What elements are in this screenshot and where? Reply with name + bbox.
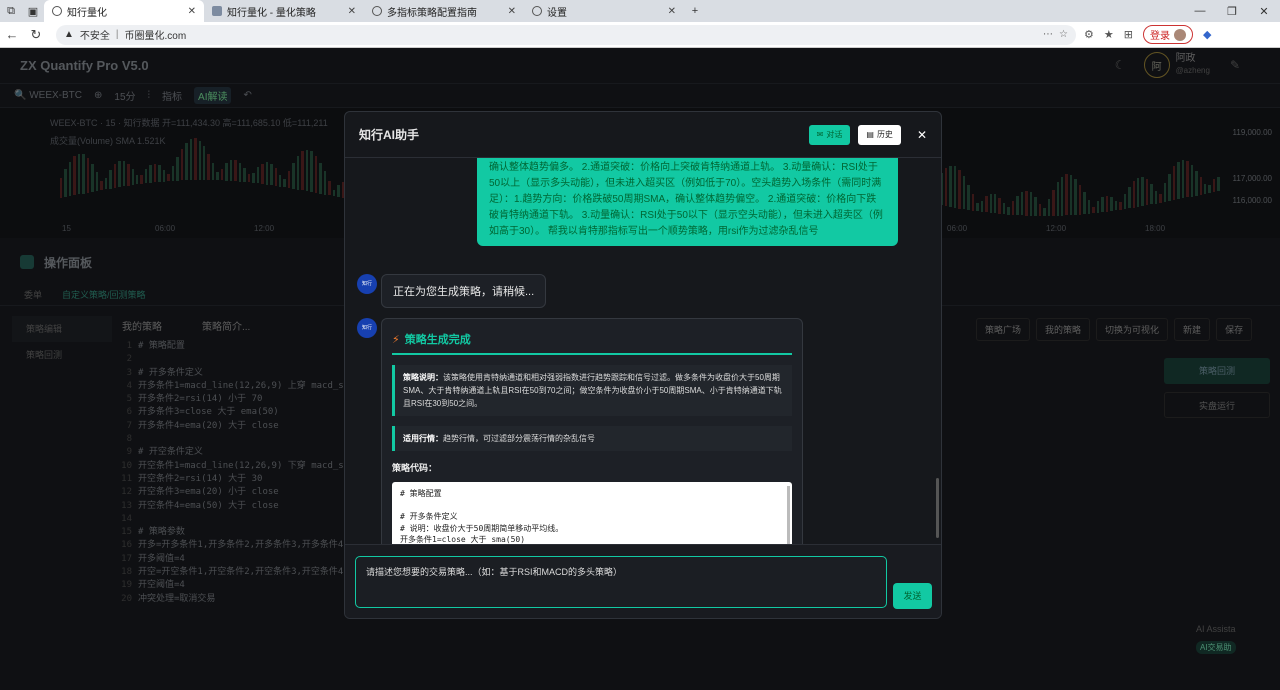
- tab-label: 设置: [547, 7, 567, 19]
- browser-tabbar: ⧉ ▣ 知行量化 ✕ 知行量化 - 量化策略 ✕ 多指标策略配置指南 ✕ 设置 …: [0, 0, 1280, 22]
- market-label: 适用行情：: [403, 434, 443, 443]
- copilot-icon[interactable]: ◆: [1203, 28, 1211, 41]
- result-title-text: 策略生成完成: [404, 334, 471, 346]
- modal-title: 知行AI助手: [359, 128, 420, 142]
- history-button[interactable]: ▤ 历史: [858, 124, 901, 145]
- close-window-icon[interactable]: ✕: [1248, 5, 1280, 18]
- chat-label: 对话: [826, 130, 843, 139]
- favorite-star-icon[interactable]: ☆: [1059, 29, 1068, 40]
- chat-bubble-icon: ✉: [816, 130, 824, 139]
- window-controls: — ❐ ✕: [1184, 5, 1280, 18]
- tab-label: 知行量化 - 量化策略: [227, 7, 316, 19]
- result-title: ⚡ 策略生成完成: [392, 331, 792, 355]
- tab-label: 多指标策略配置指南: [387, 7, 477, 19]
- settings-gear-icon: [532, 6, 542, 16]
- minimize-icon[interactable]: —: [1184, 5, 1216, 18]
- workspaces-icon[interactable]: ⧉: [0, 0, 22, 22]
- new-tab-icon[interactable]: +: [684, 0, 706, 22]
- history-icon: ▤: [866, 130, 874, 139]
- bolt-icon: ⚡: [392, 333, 400, 346]
- security-warning: 不安全: [79, 31, 110, 42]
- address-bar: ← ↻ ▲ 不安全 | 币圈量化.com ⋯ ☆ ⚙ ★ ⊞ 登录 ◆: [0, 22, 1280, 48]
- more-icon[interactable]: ⋯: [1043, 29, 1053, 40]
- desc-text: 该策略使用肯特纳通道和相对强弱指数进行趋势跟踪和信号过滤。做多条件为收盘价大于5…: [403, 373, 782, 408]
- globe-icon: [372, 6, 382, 16]
- chat-scrollbar[interactable]: [936, 206, 939, 538]
- market-condition: 适用行情：趋势行情，可过滤部分震荡行情的杂乱信号: [392, 426, 792, 451]
- login-button[interactable]: 登录: [1142, 25, 1193, 44]
- strategy-description: 策略说明：该策略使用肯特纳通道和相对强弱指数进行趋势跟踪和信号过滤。做多条件为收…: [392, 365, 792, 416]
- tab-label: 知行量化: [67, 7, 107, 19]
- login-label: 登录: [1149, 31, 1170, 42]
- code-line: # 策略配置: [400, 489, 442, 498]
- user-message: 确认整体趋势偏多。 2.通道突破：价格向上突破肯特纳通道上轨。 3.动量确认：R…: [477, 158, 898, 246]
- favorites-icon[interactable]: ★: [1104, 28, 1114, 41]
- code-scrollbar[interactable]: [787, 486, 790, 544]
- profile-avatar: [1173, 28, 1186, 41]
- scroll-thumb[interactable]: [936, 478, 939, 538]
- code-label: 策略代码：: [392, 463, 438, 473]
- close-tab-icon[interactable]: ✕: [508, 6, 516, 17]
- code-line: # 说明：收盘价大于50周期简单移动平均线。: [400, 523, 564, 533]
- refresh-icon[interactable]: ↻: [24, 27, 48, 43]
- generating-message: 正在为您生成策略，请稍候...: [381, 274, 547, 308]
- generated-code[interactable]: # 策略配置 # 开多条件定义 # 说明：收盘价大于50周期简单移动平均线。 开多条…: [392, 482, 792, 544]
- bot-avatar: 知行: [357, 318, 377, 338]
- close-icon[interactable]: ✕: [917, 128, 927, 142]
- chat-messages[interactable]: 确认整体趋势偏多。 2.通道突破：价格向上突破肯特纳通道上轨。 3.动量确认：R…: [345, 158, 941, 544]
- modal-header: 知行AI助手 ✉ 对话 ▤ 历史 ✕: [345, 112, 941, 158]
- send-button[interactable]: 发送: [893, 583, 932, 609]
- globe-icon: [52, 6, 62, 16]
- back-icon[interactable]: ←: [0, 27, 24, 42]
- code-line: 开多条件1=close 大于 sma(50): [400, 535, 526, 544]
- close-tab-icon[interactable]: ✕: [348, 6, 356, 17]
- extensions-icon[interactable]: ⚙: [1084, 28, 1094, 41]
- url-text: 币圈量化.com: [124, 31, 187, 42]
- tab-actions-icon[interactable]: ▣: [22, 0, 44, 22]
- close-tab-icon[interactable]: ✕: [668, 6, 676, 17]
- desc-label: 策略说明：: [403, 373, 443, 382]
- url-field[interactable]: ▲ 不安全 | 币圈量化.com ⋯ ☆: [56, 24, 1076, 45]
- browser-tab-2[interactable]: 知行量化 - 量化策略 ✕: [204, 0, 364, 22]
- strategy-result-card: ⚡ 策略生成完成 策略说明：该策略使用肯特纳通道和相对强弱指数进行趋势跟踪和信号过…: [381, 318, 803, 544]
- bot-avatar: 知行: [357, 274, 377, 294]
- chat-input-area: 请描述您想要的交易策略...（如：基于RSI和MACD的多头策略） 发送: [345, 544, 941, 618]
- browser-tab-4[interactable]: 设置 ✕: [524, 0, 684, 22]
- history-label: 历史: [876, 130, 893, 139]
- ai-assistant-modal: 知行AI助手 ✉ 对话 ▤ 历史 ✕ 确认整体趋势偏多。 2.通道突破：价格向上突破…: [344, 111, 942, 619]
- site-favicon-icon: [212, 6, 222, 16]
- market-text: 趋势行情，可过滤部分震荡行情的杂乱信号: [443, 434, 595, 443]
- browser-tab-1[interactable]: 知行量化 ✕: [44, 0, 204, 22]
- chat-button[interactable]: ✉ 对话: [808, 124, 851, 145]
- maximize-icon[interactable]: ❐: [1216, 5, 1248, 18]
- code-line: # 开多条件定义: [400, 512, 458, 521]
- collections-icon[interactable]: ⊞: [1124, 28, 1133, 41]
- strategy-prompt-input[interactable]: 请描述您想要的交易策略...（如：基于RSI和MACD的多头策略）: [355, 556, 887, 608]
- warning-icon: ▲: [64, 29, 74, 40]
- close-tab-icon[interactable]: ✕: [188, 6, 196, 17]
- browser-tab-3[interactable]: 多指标策略配置指南 ✕: [364, 0, 524, 22]
